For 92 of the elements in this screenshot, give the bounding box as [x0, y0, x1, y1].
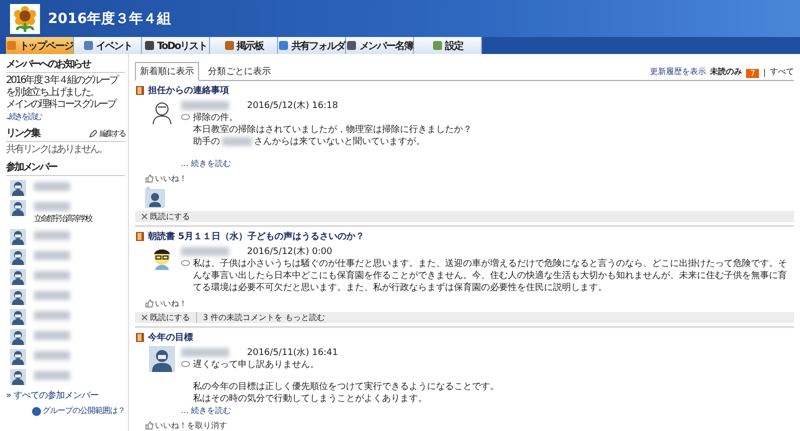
- nav-tab[interactable]: ToDoリスト: [142, 37, 210, 54]
- notebook-icon: [135, 231, 145, 242]
- blurred-name: [34, 311, 70, 320]
- blurred-name: [34, 371, 70, 380]
- blurred-name: [181, 348, 229, 357]
- post-date: 2016/5/12(木) 0:00: [247, 246, 332, 258]
- post-text: さんからは来ていないと聞いていますが。: [254, 137, 425, 147]
- nav-icon: [346, 40, 358, 51]
- member-avatar-icon: [10, 269, 26, 285]
- member-school: 立命館宇治高等学校: [34, 213, 92, 225]
- post-text: 本日教室の掃除はされていましたが，物理室は掃除に行きましたか？: [193, 125, 472, 135]
- speech-bubble-icon: [181, 114, 190, 121]
- action-link[interactable]: 3 件の未読コメントを もっと読む: [196, 312, 332, 323]
- history-link[interactable]: 更新履歴を表示: [650, 66, 706, 80]
- section-heading: リンク集: [6, 128, 40, 140]
- section-heading: 参加メンバー: [6, 161, 125, 176]
- pencil-icon: [89, 130, 98, 138]
- member-avatar-icon: [10, 180, 26, 196]
- member-avatar-icon: [10, 329, 26, 345]
- member-avatar-icon: [10, 289, 26, 305]
- action-link[interactable]: 既読にする: [135, 211, 196, 222]
- post-title[interactable]: 担任からの連絡事項: [148, 84, 229, 97]
- post-text: 私は、子供は小さいうちは騒ぐのが仕事だと思います。また、送迎の車が増えるだけで危険になると言うのなら、どこに出掛けたって危険です。そんな事言い出したら日本中どこにも保育園を作ることができません。今、住む人の快適な生活も大切かも知れませんが、未来に住む子供を無事に育てる環境は必要不可欠だと思います。また、私が行政ならまずは保育園の必要性を住民に説明します。: [193, 259, 787, 293]
- nav-tab[interactable]: イベント: [74, 37, 142, 54]
- like-button[interactable]: いいね！: [145, 173, 794, 184]
- blurred-name: [181, 101, 229, 110]
- nav-icon: [432, 40, 444, 51]
- separator-text: |: [763, 68, 766, 79]
- nav-tab[interactable]: 掲示板: [210, 37, 278, 54]
- nav-icon: [224, 40, 235, 51]
- nav-tab[interactable]: トップページ: [6, 37, 74, 54]
- nav-icon: [6, 40, 18, 51]
- member-avatar-icon: [10, 309, 26, 325]
- unread-filter[interactable]: 未読のみ: [710, 66, 742, 80]
- post-text: 私はその時の気分で行動してしまうことがよくあります。: [193, 394, 427, 404]
- section-heading: メンバーへのお知らせ: [6, 58, 125, 73]
- post-date: 2016/5/12(木) 16:18: [247, 100, 338, 112]
- speech-bubble-icon: [181, 260, 190, 267]
- post-text: 助手の: [193, 137, 220, 147]
- all-members-link[interactable]: » すべての参加メンバー: [6, 390, 125, 402]
- thumbs-up-icon: [145, 174, 154, 183]
- post-text: 掃除の件。: [193, 113, 238, 123]
- author-avatar-icon: [149, 346, 175, 372]
- notebook-icon: [135, 332, 145, 343]
- close-icon: [141, 213, 148, 220]
- blurred-name: [34, 351, 70, 360]
- member-avatar-icon: [10, 349, 26, 365]
- blurred-name: [34, 231, 70, 240]
- member-avatar-icon: [10, 369, 26, 385]
- blurred-name: [222, 137, 252, 146]
- thumbs-up-icon: [145, 299, 154, 308]
- nav-tab[interactable]: メンバー名簿: [346, 37, 414, 54]
- view-tab[interactable]: 分類ごとに表示: [203, 62, 276, 81]
- notebook-icon: [135, 85, 145, 96]
- member-avatar-icon: [10, 229, 26, 245]
- all-filter[interactable]: すべて: [770, 66, 794, 80]
- sunflower-logo-icon: [10, 4, 40, 34]
- post-text: 遅くなって申し訳ありません。: [193, 360, 319, 370]
- visibility-help-link[interactable]: グループの公開範囲は？: [6, 405, 125, 417]
- empty-message: 共有リンクはありません。: [6, 144, 108, 156]
- nav-tab[interactable]: 設定: [414, 37, 482, 54]
- edit-link[interactable]: 編集する: [89, 128, 125, 140]
- view-tab[interactable]: 新着順に表示: [135, 62, 199, 81]
- post-date: 2016/5/11(水) 16:41: [247, 346, 338, 359]
- nav-icon: [83, 40, 94, 51]
- blurred-name: [34, 202, 70, 211]
- notice-text: 2016年度３年４組のグループ を別途立ち上げました。 メインの理科コースグループ: [6, 75, 120, 111]
- blurred-name: [181, 247, 229, 256]
- member-avatar-icon: [10, 200, 26, 216]
- unread-count-badge: 7: [746, 69, 760, 78]
- group-title: 2016年度３年４組: [48, 10, 171, 28]
- close-icon: [141, 314, 148, 321]
- read-more-link[interactable]: ...続きを読む: [6, 111, 125, 123]
- blurred-name: [34, 291, 70, 300]
- blurred-name: [34, 251, 70, 260]
- nav-tab[interactable]: 共有フォルダ: [278, 37, 346, 54]
- post-title[interactable]: 朝読書 5月１１日（水）子どもの声はうるさいのか？: [148, 230, 364, 243]
- member-avatar-icon: [10, 249, 26, 265]
- read-more-link[interactable]: ... 続きを読む: [181, 158, 794, 169]
- action-link[interactable]: 既読にする: [135, 312, 196, 323]
- blurred-name: [34, 271, 70, 280]
- read-more-link[interactable]: ... 続きを読む: [181, 405, 794, 416]
- blurred-name: [34, 182, 70, 191]
- like-button[interactable]: いいね！: [145, 298, 794, 309]
- speech-bubble-icon: [181, 361, 190, 368]
- like-button[interactable]: いいね！を取り消す: [145, 420, 794, 431]
- post-title[interactable]: 今年の目標: [148, 331, 193, 344]
- nav-icon: [278, 40, 290, 51]
- thumbs-up-icon: [145, 421, 154, 430]
- blurred-name: [34, 331, 70, 340]
- post-text: 私の今年の目標は正しく優先順位をつけて実行できるようになることです。: [193, 382, 499, 392]
- nav-icon: [144, 40, 156, 51]
